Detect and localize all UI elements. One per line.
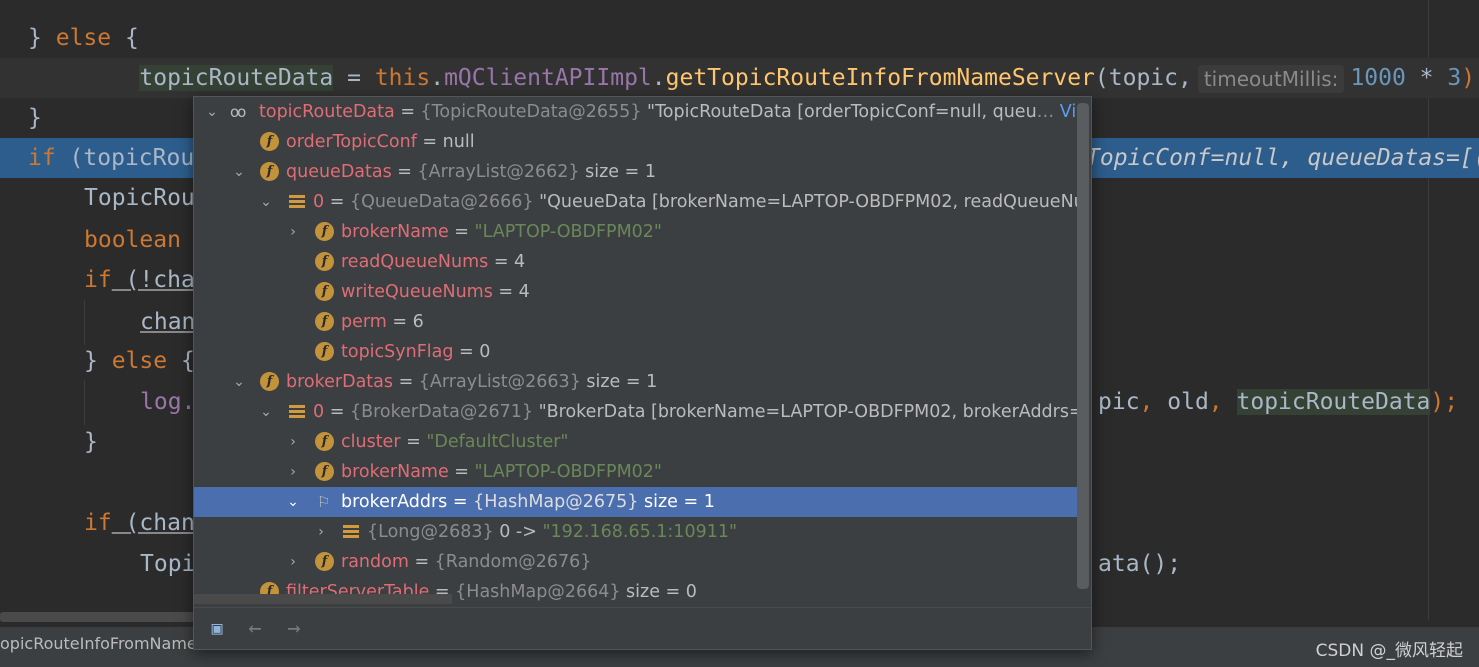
field-icon: f xyxy=(315,222,334,241)
flag-icon: ⚐ xyxy=(317,493,331,511)
field-icon: f xyxy=(315,312,334,331)
tree-row-orderTopicConf[interactable]: f orderTopicConf = null xyxy=(194,127,1079,157)
tree-horizontal-scrollbar[interactable] xyxy=(194,594,452,604)
tree-row-brokerDatas[interactable]: ⌄ f brokerDatas = {ArrayList@2663} size … xyxy=(194,367,1079,397)
field-icon: f xyxy=(315,252,334,271)
chevron-right-icon[interactable]: › xyxy=(285,224,301,240)
back-arrow-icon[interactable]: ← xyxy=(242,616,268,642)
map-entry-icon xyxy=(343,525,359,539)
field-icon: f xyxy=(260,132,279,151)
code-line: boolean xyxy=(84,227,181,253)
popup-toolbar: ▣ ← → xyxy=(194,607,1091,649)
tree-row-map-entry[interactable]: › {Long@2683} 0 -> "192.168.65.1:10911" xyxy=(194,517,1079,547)
field-icon: f xyxy=(315,462,334,481)
field-icon: f xyxy=(260,372,279,391)
forward-arrow-icon[interactable]: → xyxy=(281,616,307,642)
code-line: if (chan xyxy=(84,510,195,536)
watch-icon: oo xyxy=(230,103,246,121)
variables-tree[interactable]: ⌄ oo topicRouteData = {TopicRouteData@26… xyxy=(194,97,1079,607)
tree-row-brokerData-0[interactable]: ⌄ 0 = {BrokerData@2671} "BrokerData [bro… xyxy=(194,397,1079,427)
tree-row-topicSynFlag[interactable]: f topicSynFlag = 0 xyxy=(194,337,1079,367)
code-line: TopicRou xyxy=(84,185,195,211)
watermark: CSDN @_微风轻起 xyxy=(1315,641,1463,661)
tree-row-writeQueueNums[interactable]: f writeQueueNums = 4 xyxy=(194,277,1079,307)
code-line: chan xyxy=(140,309,196,335)
tree-row-brokerAddrs[interactable]: ⌄ ⚐ brokerAddrs = {HashMap@2675} size = … xyxy=(194,487,1079,517)
array-element-icon xyxy=(289,405,305,419)
parameter-hint: timeoutMillis: xyxy=(1197,64,1345,93)
code-line: Topi xyxy=(140,551,196,577)
chevron-right-icon[interactable]: › xyxy=(285,554,301,570)
breadcrumb[interactable]: opicRouteInfoFromNameSe xyxy=(0,634,217,653)
indent-guide xyxy=(84,300,85,345)
chevron-down-icon[interactable]: ⌄ xyxy=(231,374,247,390)
chevron-right-icon[interactable]: › xyxy=(313,524,329,540)
field-icon: f xyxy=(315,432,334,451)
chevron-right-icon[interactable]: › xyxy=(285,464,301,480)
code-line-right: ata(); xyxy=(1098,551,1182,577)
indent-guide xyxy=(84,380,85,425)
field-icon: f xyxy=(315,342,334,361)
tree-row-brokerName-2[interactable]: › f brokerName = "LAPTOP-OBDFPM02" xyxy=(194,457,1079,487)
array-element-icon xyxy=(289,195,305,209)
code-line-else: } else { xyxy=(28,25,139,51)
chevron-down-icon[interactable]: ⌄ xyxy=(285,494,301,510)
code-line: log. xyxy=(140,389,196,415)
chevron-down-icon[interactable]: ⌄ xyxy=(231,164,247,180)
tree-row-readQueueNums[interactable]: f readQueueNums = 4 xyxy=(194,247,1079,277)
field-icon: f xyxy=(260,162,279,181)
code-line: if (!cha xyxy=(84,267,195,293)
code-line-assign: topicRouteData = this.mQClientAPIImpl.ge… xyxy=(0,58,1479,98)
chevron-down-icon[interactable]: ⌄ xyxy=(204,104,220,120)
code-line-close-brace: } xyxy=(28,105,42,131)
tree-row-perm[interactable]: f perm = 6 xyxy=(194,307,1079,337)
chevron-down-icon[interactable]: ⌄ xyxy=(258,194,274,210)
code-line: } else { xyxy=(84,348,195,374)
tree-row-queueDatas[interactable]: ⌄ f queueDatas = {ArrayList@2662} size =… xyxy=(194,157,1079,187)
tree-row-brokerName[interactable]: › f brokerName = "LAPTOP-OBDFPM02" xyxy=(194,217,1079,247)
tree-row-topicRouteData[interactable]: ⌄ oo topicRouteData = {TopicRouteData@26… xyxy=(194,97,1079,127)
hierarchy-icon[interactable]: ▣ xyxy=(204,616,230,642)
editor-horizontal-scrollbar[interactable] xyxy=(0,612,195,622)
code-line-right: pic, old, topicRouteData); xyxy=(1098,389,1459,415)
chevron-down-icon[interactable]: ⌄ xyxy=(258,404,274,420)
chevron-right-icon[interactable]: › xyxy=(285,434,301,450)
debug-value-popup[interactable]: ⌄ oo topicRouteData = {TopicRouteData@26… xyxy=(193,96,1092,650)
tree-row-random[interactable]: › f random = {Random@2676} xyxy=(194,547,1079,577)
field-icon: f xyxy=(315,552,334,571)
code-line: } xyxy=(84,429,98,455)
tree-vertical-scrollbar[interactable] xyxy=(1077,103,1089,589)
tree-row-cluster[interactable]: › f cluster = "DefaultCluster" xyxy=(194,427,1079,457)
tree-row-queueData-0[interactable]: ⌄ 0 = {QueueData@2666} "QueueData [broke… xyxy=(194,187,1079,217)
field-icon: f xyxy=(315,282,334,301)
inline-debug-value: TopicConf=null, queueDatas=[( xyxy=(1086,145,1479,171)
